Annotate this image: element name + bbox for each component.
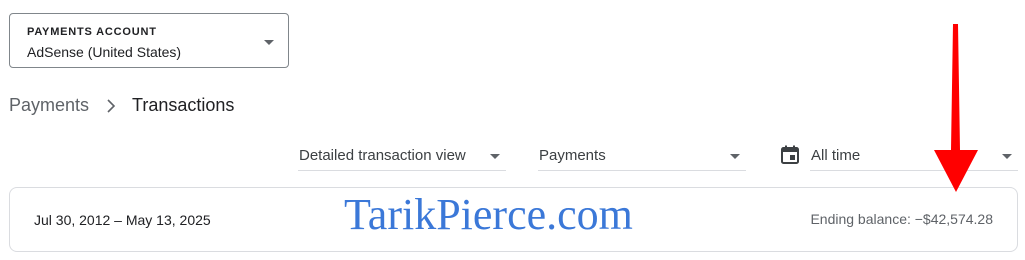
breadcrumb-current: Transactions bbox=[132, 95, 235, 115]
chevron-right-icon bbox=[106, 98, 116, 113]
transaction-view-value: Detailed transaction view bbox=[299, 147, 466, 164]
date-range-value: All time bbox=[811, 147, 861, 164]
payments-account-value: AdSense (United States) bbox=[27, 44, 182, 60]
breadcrumb: Payments Transactions bbox=[9, 95, 234, 116]
transaction-type-dropdown[interactable]: Payments bbox=[538, 142, 746, 171]
ending-balance: Ending balance: −$42,574.28 bbox=[810, 211, 993, 227]
chevron-down-icon bbox=[264, 40, 274, 45]
transactions-page: PAYMENTS ACCOUNT AdSense (United States)… bbox=[0, 0, 1025, 260]
breadcrumb-payments-link[interactable]: Payments bbox=[9, 95, 89, 116]
chevron-down-icon bbox=[730, 154, 740, 159]
date-range-dropdown[interactable]: All time bbox=[810, 142, 1018, 171]
chevron-down-icon bbox=[1002, 154, 1012, 159]
red-down-arrow-icon bbox=[934, 24, 978, 192]
transaction-type-value: Payments bbox=[539, 147, 606, 164]
watermark: TarikPierce.com bbox=[344, 190, 633, 239]
transaction-view-dropdown[interactable]: Detailed transaction view bbox=[298, 142, 506, 171]
payments-account-label: PAYMENTS ACCOUNT bbox=[27, 26, 157, 38]
chevron-down-icon bbox=[490, 154, 500, 159]
calendar-icon[interactable] bbox=[780, 145, 800, 165]
payments-account-select[interactable]: PAYMENTS ACCOUNT AdSense (United States) bbox=[9, 13, 289, 68]
summary-date-range: Jul 30, 2012 – May 13, 2025 bbox=[34, 212, 211, 228]
